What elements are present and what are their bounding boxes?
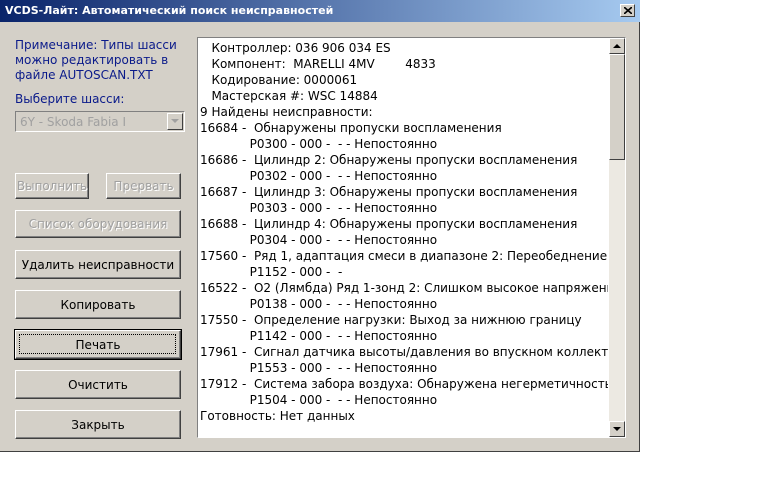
copy-button[interactable]: Копировать (15, 290, 181, 319)
run-button[interactable]: Выполнить (15, 173, 89, 199)
chassis-label: Выберите шасси: (15, 92, 125, 106)
chassis-dropdown[interactable]: 6Y - Skoda Fabia I (15, 111, 185, 132)
log-line: P1142 - 000 - - - Непостоянно (200, 329, 438, 343)
window-title: VCDS-Лайт: Автоматический поиск неисправ… (5, 4, 334, 17)
log-line: P0300 - 000 - - - Непостоянно (200, 137, 438, 151)
log-line: P0138 - 000 - - - Непостоянно (200, 297, 438, 311)
clear-button[interactable]: Очистить (15, 370, 181, 399)
scan-log-text: Контроллер: 036 906 034 ES Компонент: MA… (200, 40, 608, 435)
scroll-thumb[interactable] (609, 54, 625, 160)
log-line: 16684 - Обнаружены пропуски воспламенени… (200, 121, 502, 135)
log-line: P1553 - 000 - - - Непостоянно (200, 361, 438, 375)
clear-faults-button[interactable]: Удалить неисправности (15, 250, 181, 279)
log-line: P0303 - 000 - - - Непостоянно (200, 201, 438, 215)
close-button[interactable]: Закрыть (15, 410, 181, 439)
log-line: Компонент: MARELLI 4MV 4833 (200, 57, 436, 71)
print-button[interactable]: Печать (14, 329, 182, 360)
log-line: Контроллер: 036 906 034 ES (200, 41, 391, 55)
equipment-list-button[interactable]: Список оборудования (15, 210, 181, 238)
chevron-down-icon (171, 119, 179, 123)
log-line: 9 Найдены неисправности: (200, 105, 373, 119)
arrow-down-icon (613, 427, 621, 431)
scroll-down-button[interactable] (609, 421, 625, 437)
log-line: 16686 - Цилиндр 2: Обнаружены пропуски в… (200, 153, 578, 167)
chassis-dropdown-arrow[interactable] (167, 113, 183, 130)
log-line: 17550 - Определение нагрузки: Выход за н… (200, 313, 582, 327)
log-line: 17560 - Ряд 1, адаптация смеси в диапазо… (200, 249, 608, 263)
arrow-up-icon (613, 44, 621, 48)
chassis-note: Примечание: Типы шасси можно редактирова… (15, 38, 177, 82)
log-line: 16688 - Цилиндр 4: Обнаружены пропуски в… (200, 217, 578, 231)
autoscan-window: VCDS-Лайт: Автоматический поиск неисправ… (0, 0, 640, 452)
log-line: 17912 - Система забора воздуха: Обнаруже… (200, 377, 608, 391)
log-line: P0302 - 000 - - - Непостоянно (200, 169, 438, 183)
log-line: P1152 - 000 - - (200, 265, 343, 279)
log-scrollbar[interactable] (609, 38, 625, 437)
log-line: P0304 - 000 - - - Непостоянно (200, 233, 438, 247)
log-line: Кодирование: 0000061 (200, 73, 358, 87)
abort-button[interactable]: Прервать (106, 173, 181, 199)
log-line: 16687 - Цилиндр 3: Обнаружены пропуски в… (200, 185, 578, 199)
log-line: P1504 - 000 - - - Непостоянно (200, 393, 438, 407)
title-bar[interactable]: VCDS-Лайт: Автоматический поиск неисправ… (0, 0, 640, 22)
close-icon (624, 7, 632, 14)
scroll-up-button[interactable] (609, 38, 625, 54)
log-line: 17961 - Сигнал датчика высоты/давления в… (200, 345, 608, 359)
log-line: Готовность: Нет данных (200, 409, 355, 423)
close-window-button[interactable] (620, 4, 635, 17)
chassis-selected-value: 6Y - Skoda Fabia I (20, 115, 127, 129)
scan-log[interactable]: Контроллер: 036 906 034 ES Компонент: MA… (197, 37, 626, 438)
log-line: Мастерская #: WSC 14884 (200, 89, 378, 103)
log-line: 16522 - O2 (Лямбда) Ряд 1-зонд 2: Слишко… (200, 281, 608, 295)
